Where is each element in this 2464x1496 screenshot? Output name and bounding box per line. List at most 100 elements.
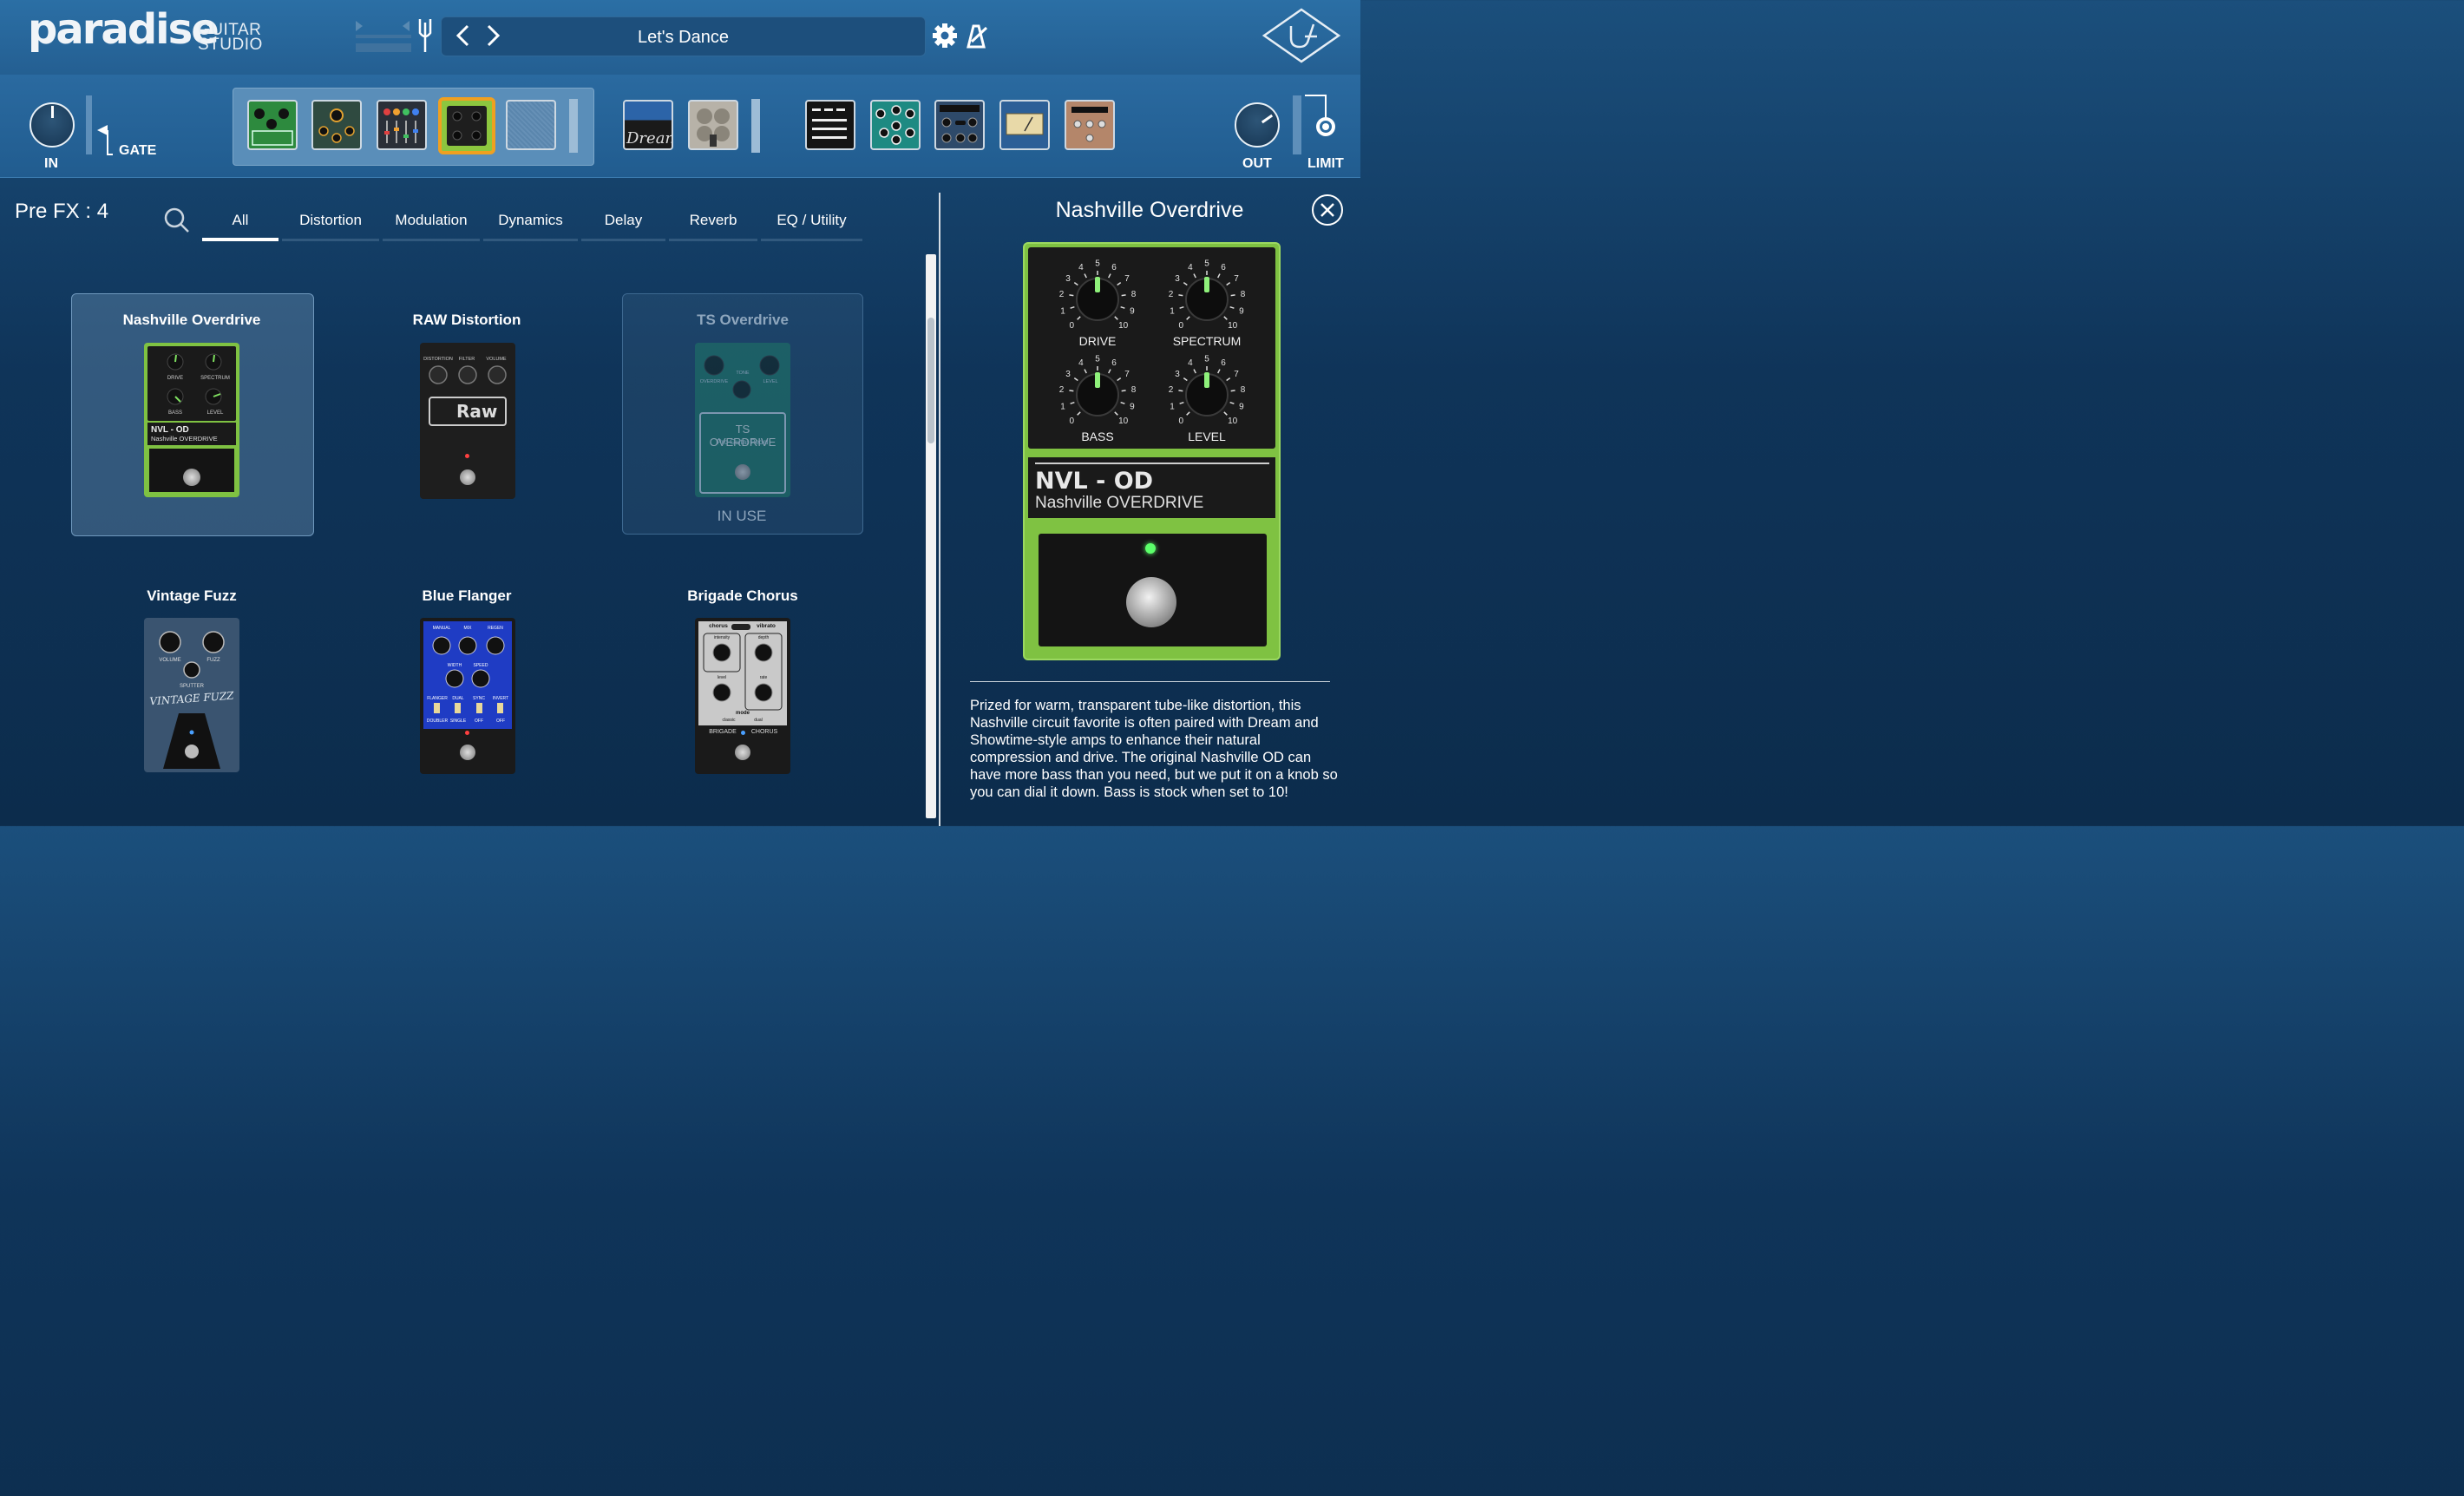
pedal-footswitch [460,745,475,760]
flanger-knob-label: MANUAL [432,626,451,631]
knob-scale-tick [1117,377,1122,382]
knob-scale-tick [1070,305,1075,309]
tab-modulation-label: Modulation [395,212,468,228]
pedal-knob-label: SPUTTER [179,684,204,689]
tab-reverb-underline [669,239,757,241]
tab-reverb-label: Reverb [689,212,737,228]
pedal-model: NVL - OD [151,425,189,435]
pre-fx-slot-4-selected[interactable] [438,97,495,154]
post-fx-slot-3[interactable] [934,100,985,150]
tab-reverb[interactable]: Reverb [669,212,757,241]
pre-fx-slot-2[interactable] [311,100,362,150]
limit-toggle[interactable] [1303,94,1338,141]
preset-selector[interactable]: Let's Dance [441,16,926,56]
pedal-knob-label: VOLUME [159,658,181,663]
metronome-icon[interactable] [965,23,989,49]
amp-fader[interactable] [751,99,760,153]
knob-scale-number: 3 [1175,370,1180,379]
knob-scale-tick [1183,377,1188,382]
pre-fx-slot-1[interactable] [247,100,298,150]
bass-label: BASS [1081,430,1114,443]
drive-label: DRIVE [1078,334,1117,348]
output-knob[interactable] [1235,102,1280,148]
preset-name[interactable]: Let's Dance [442,28,925,48]
knob-scale-tick [1178,390,1183,392]
knob-scale-tick [1178,294,1183,297]
raw-logo-box: Raw [429,397,507,426]
chorus-brand-left: BRIGADE [709,729,737,735]
chorus-top-label: chorus [709,623,728,629]
flanger-switch-label: FLANGER [427,696,448,701]
cabinet-slot[interactable] [688,100,738,150]
input-meter[interactable] [86,95,92,154]
pedal-badge: NVL - OD Nashville OVERDRIVE [147,423,236,445]
knob-scale-number: 5 [1204,355,1209,364]
tab-modulation-underline [383,239,480,241]
pre-fx-slot-5-empty[interactable] [506,100,556,150]
post-fx-slot-1[interactable] [805,100,855,150]
knob-scale-tick [1084,273,1087,279]
tab-all[interactable]: All [202,212,279,241]
nashville-overdrive-pedal-thumbnail: DRIVE SPECTRUM BASS LEVEL NVL - OD Nashv… [144,343,239,497]
tab-distortion[interactable]: Distortion [282,212,379,241]
chorus-knob-label: intensity [713,635,731,640]
input-label: IN [44,156,58,171]
ua-logo-icon[interactable] [1261,7,1341,64]
knob-scale-number: 8 [1131,385,1137,395]
chorus-panel: chorus vibrato intensity depth level rat… [698,621,787,725]
pedal-led [465,454,469,458]
chorus-top-label: vibrato [757,623,776,629]
knob-scale-number: 10 [1118,321,1129,331]
settings-gear-icon[interactable] [932,23,958,49]
logo-sub-line2: STUDIO [198,36,263,54]
pre-fx-slot-3[interactable] [377,100,427,150]
input-knob[interactable] [29,102,75,148]
input-knob-pointer [51,106,54,118]
pedal-knob-label: BASS [167,410,182,416]
pedal-knob-label: FILTER [458,357,475,362]
tuner-icon[interactable] [416,17,434,54]
tab-eq-utility[interactable]: EQ / Utility [761,212,862,241]
knob-scale-tick [1179,305,1184,309]
limit-label: LIMIT [1307,156,1344,171]
knob-scale-tick [1077,411,1081,416]
post-fx-slot-5[interactable] [1065,100,1115,150]
knob-scale-tick [1070,401,1075,404]
post-fx-slot-2[interactable] [870,100,921,150]
knob-scale-number: 6 [1111,358,1117,368]
search-icon[interactable] [163,207,191,234]
pedal-knob-label: VOLUME [486,357,507,362]
output-meter[interactable] [1293,95,1301,154]
knob-scale-tick [1084,369,1087,374]
output-knob-pointer [1261,114,1274,124]
ts-logo-box: TS OVERDRIVE Pro Guitar Pedal [699,412,786,494]
knob-scale-number: 8 [1241,385,1246,395]
top-bar: paradise GUITAR STUDIO Let's Dance [0,0,1360,75]
knob-scale-tick [1230,294,1235,297]
gate-threshold-handle[interactable] [95,123,113,158]
browser-scrollbar-thumb[interactable] [927,318,934,443]
knob-scale-number: 1 [1060,402,1065,411]
close-detail-button[interactable] [1312,194,1343,226]
tab-delay[interactable]: Delay [581,212,665,241]
knob-scale-number: 8 [1131,290,1137,299]
post-fx-slot-4[interactable] [999,100,1050,150]
knob-scale-tick [1217,273,1221,279]
pedal-footswitch [735,745,750,760]
knob-scale-tick [1193,273,1196,279]
pedal-badge-large: NVL - OD Nashville OVERDRIVE [1028,457,1275,518]
pedal-knob-label: DRIVE [167,376,184,381]
pedal-footswitch [460,469,475,485]
amp-slot[interactable]: Drean [623,100,673,150]
knob-scale-tick [1186,411,1190,416]
tab-modulation[interactable]: Modulation [383,212,480,241]
knob-scale-number: 9 [1239,402,1244,411]
input-level-meter [354,19,413,54]
pedal-knob-label: TONE [736,371,750,376]
pedal-model-sub-large: Nashville OVERDRIVE [1035,494,1204,512]
tab-dynamics[interactable]: Dynamics [483,212,578,241]
pre-fx-fader[interactable] [569,99,578,153]
pedal-knob-label: LEVEL [763,379,778,384]
knob-scale-number: 4 [1188,263,1193,272]
in-use-label: IN USE [717,508,767,524]
